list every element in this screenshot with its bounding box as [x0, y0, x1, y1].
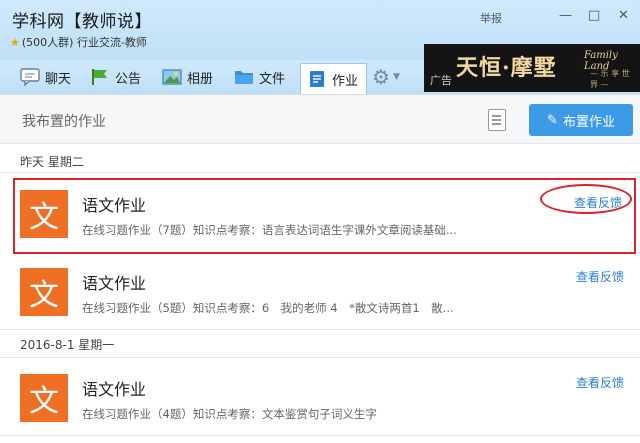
chevron-down-icon: ▼	[392, 72, 400, 82]
group-subtitle: ★ (500人群) 行业交流-教师	[10, 34, 147, 50]
homework-desc: 在线习题作业（7题）知识点考察：语言表达词语生字课外文章阅读基础...	[82, 223, 457, 237]
date-group-label: 昨天 星期二	[20, 155, 84, 169]
minimize-button[interactable]: —	[559, 8, 572, 23]
date-group-label: 2016-8-1 星期一	[20, 338, 115, 352]
star-icon: ★	[10, 36, 20, 49]
divider	[0, 172, 640, 173]
chat-icon	[20, 68, 40, 87]
tab-notice-label: 公告	[115, 71, 142, 87]
tab-homework[interactable]: 作业	[300, 63, 368, 94]
assign-homework-label: 布置作业	[562, 114, 615, 130]
settings-menu[interactable]: ⚙ ▼	[372, 63, 400, 91]
tab-homework-label: 作业	[332, 73, 359, 89]
homework-icon	[307, 70, 327, 88]
folder-icon	[234, 68, 254, 86]
homework-item[interactable]: 文 语文作业 在线习题作业（7题）知识点考察：语言表达词语生字课外文章阅读基础.…	[13, 178, 636, 254]
report-link[interactable]: 举报	[480, 10, 502, 26]
homework-title: 语文作业	[82, 380, 147, 399]
assign-homework-button[interactable]: ✎ 布置作业	[529, 104, 633, 136]
photo-icon	[162, 68, 182, 86]
subject-avatar: 文	[20, 374, 68, 422]
ad-main-text: 天恒·摩墅	[456, 55, 557, 81]
divider	[0, 357, 640, 358]
homework-title: 语文作业	[82, 196, 147, 215]
homework-item[interactable]: 文 语文作业 在线习题作业（5题）知识点考察：6 我的老师 4 *散文诗两首1 …	[0, 256, 640, 330]
tab-notice[interactable]: 公告	[90, 63, 141, 91]
view-feedback-link[interactable]: 查看反馈	[574, 194, 622, 211]
close-button[interactable]: ✕	[618, 8, 629, 23]
flag-icon	[90, 68, 110, 86]
document-icon[interactable]	[488, 109, 506, 131]
tab-album-label: 相册	[187, 71, 214, 87]
maximize-button[interactable]: □	[588, 8, 600, 23]
ad-banner[interactable]: 广告 天恒·摩墅 Family Land — 乐 享 世 界 —	[424, 44, 640, 92]
homework-header: 我布置的作业 ✎ 布置作业	[0, 94, 640, 144]
edit-icon: ✎	[547, 112, 558, 128]
ad-label: 广告	[430, 74, 452, 87]
group-info: (500人群) 行业交流-教师	[21, 36, 147, 49]
homework-title: 语文作业	[82, 274, 147, 293]
tab-files-label: 文件	[259, 71, 286, 87]
gear-icon: ⚙	[372, 65, 390, 89]
tab-album[interactable]: 相册	[162, 63, 213, 91]
subject-avatar: 文	[20, 268, 68, 316]
view-feedback-link[interactable]: 查看反馈	[576, 268, 624, 285]
tab-chat[interactable]: 聊天	[20, 63, 71, 91]
homework-item[interactable]: 文 语文作业 在线习题作业（4题）知识点考察：文本鉴赏句子词义生字 查看反馈	[0, 362, 640, 436]
homework-desc: 在线习题作业（5题）知识点考察：6 我的老师 4 *散文诗两首1 散...	[82, 301, 454, 315]
view-feedback-link[interactable]: 查看反馈	[576, 374, 624, 391]
homework-desc: 在线习题作业（4题）知识点考察：文本鉴赏句子词义生字	[82, 407, 377, 421]
section-title: 我布置的作业	[22, 114, 106, 130]
tab-chat-label: 聊天	[45, 71, 72, 87]
subject-avatar: 文	[20, 190, 68, 238]
ad-sub-text: — 乐 享 世 界 —	[590, 69, 630, 89]
window-title: 学科网【教师说】	[12, 12, 152, 32]
tab-files[interactable]: 文件	[234, 63, 285, 91]
